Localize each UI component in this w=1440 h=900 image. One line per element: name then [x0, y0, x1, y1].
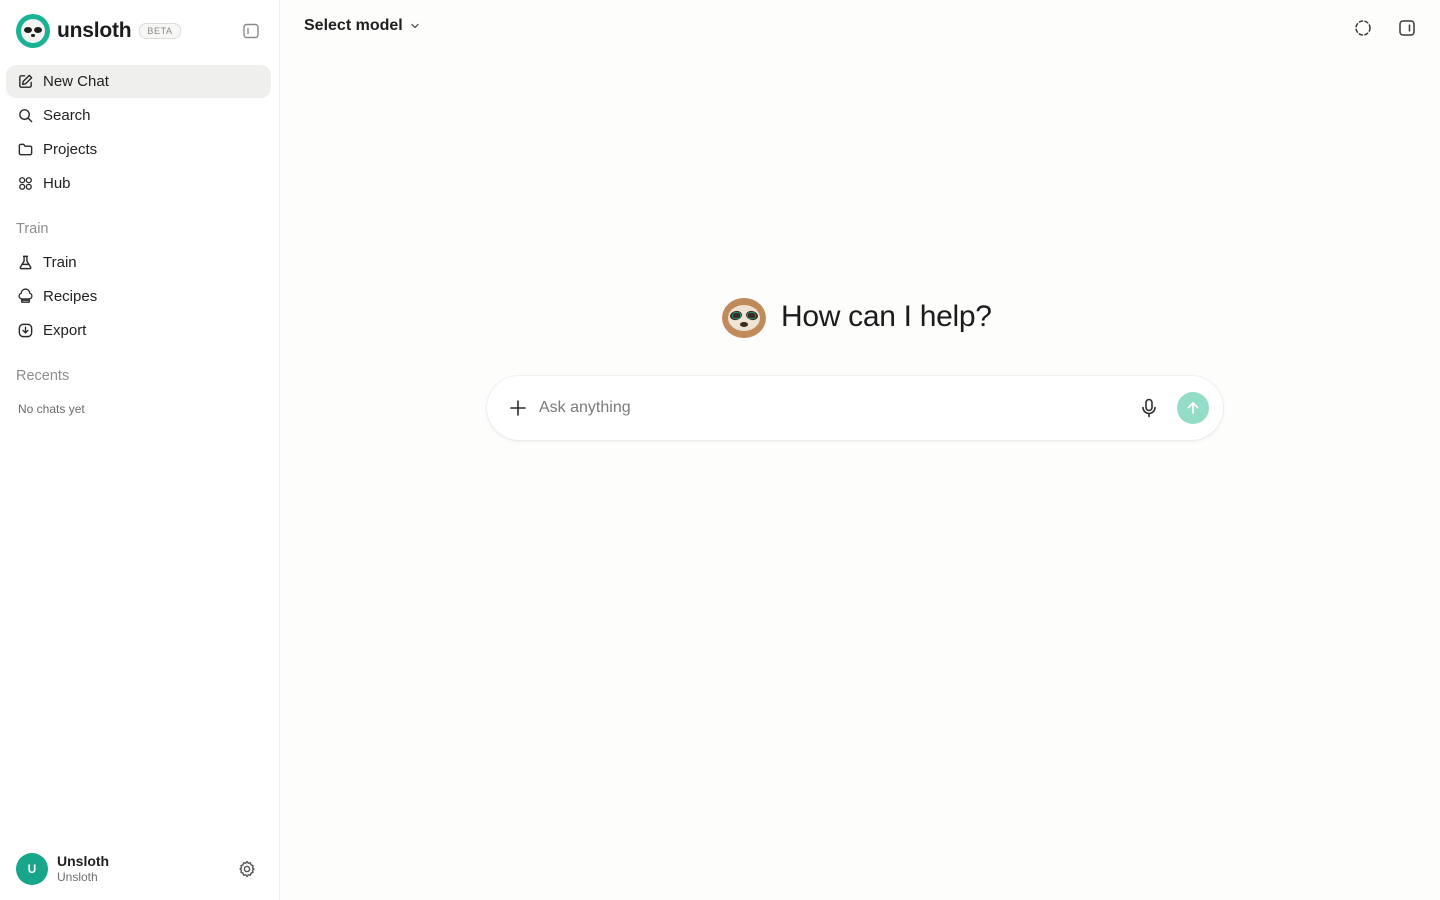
folder-icon [17, 141, 34, 158]
chat-input[interactable] [539, 394, 1099, 422]
sidebar-item-label: Recipes [43, 288, 98, 305]
download-circle-icon [17, 322, 34, 339]
brand[interactable]: unsloth BETA [16, 14, 181, 48]
model-selector-label: Select model [304, 17, 403, 34]
avatar: U [16, 853, 48, 885]
recents-section-label: Recents [16, 368, 70, 384]
sidebar-toggle-icon[interactable] [242, 22, 260, 40]
hero: How can I help? [720, 294, 992, 340]
sidebar-item-label: Hub [43, 175, 71, 192]
composer [487, 376, 1223, 440]
chef-hat-icon [17, 288, 34, 305]
sidebar-item-search[interactable]: Search [6, 99, 271, 132]
model-selector[interactable]: Select model [304, 17, 421, 35]
sidebar-item-export[interactable]: Export [6, 314, 271, 347]
user-profile[interactable]: U Unsloth Unsloth [16, 853, 109, 885]
brand-name: unsloth [57, 19, 132, 42]
recents-empty-text: No chats yet [18, 402, 85, 416]
sidebar-item-new-chat[interactable]: New Chat [6, 65, 271, 98]
gear-icon[interactable] [237, 859, 257, 879]
grid-icon [17, 175, 34, 192]
send-button[interactable] [1177, 392, 1209, 424]
train-nav: Train Recipes Export [6, 246, 271, 348]
plus-icon[interactable] [507, 397, 529, 419]
sidebar: unsloth BETA New Chat Search Projects Hu… [0, 0, 280, 900]
sidebar-item-label: Search [43, 107, 91, 124]
microphone-icon[interactable] [1139, 397, 1159, 419]
search-icon [17, 107, 34, 124]
primary-nav: New Chat Search Projects Hub [6, 65, 271, 201]
user-name: Unsloth [57, 852, 110, 869]
sidebar-item-label: Export [43, 322, 87, 339]
flask-icon [17, 254, 34, 271]
sidebar-item-train[interactable]: Train [6, 246, 271, 279]
beta-badge: BETA [139, 23, 181, 39]
user-subtitle: Unsloth [57, 870, 98, 885]
unsloth-logo-icon [16, 14, 50, 48]
chevron-down-icon [411, 23, 419, 29]
sidebar-item-label: Projects [43, 141, 98, 158]
train-section-label: Train [16, 221, 49, 237]
sidebar-item-label: Train [43, 254, 77, 271]
panel-toggle-icon[interactable] [1397, 18, 1417, 38]
arrow-up-icon [1187, 402, 1199, 414]
edit-icon [17, 73, 34, 90]
sidebar-item-hub[interactable]: Hub [6, 167, 271, 200]
sidebar-item-label: New Chat [43, 73, 109, 90]
greeting-title: How can I help? [781, 300, 992, 333]
sloth-mascot-icon [720, 294, 768, 340]
sidebar-item-recipes[interactable]: Recipes [6, 280, 271, 313]
sidebar-item-projects[interactable]: Projects [6, 133, 271, 166]
dashed-circle-icon[interactable] [1353, 18, 1373, 38]
